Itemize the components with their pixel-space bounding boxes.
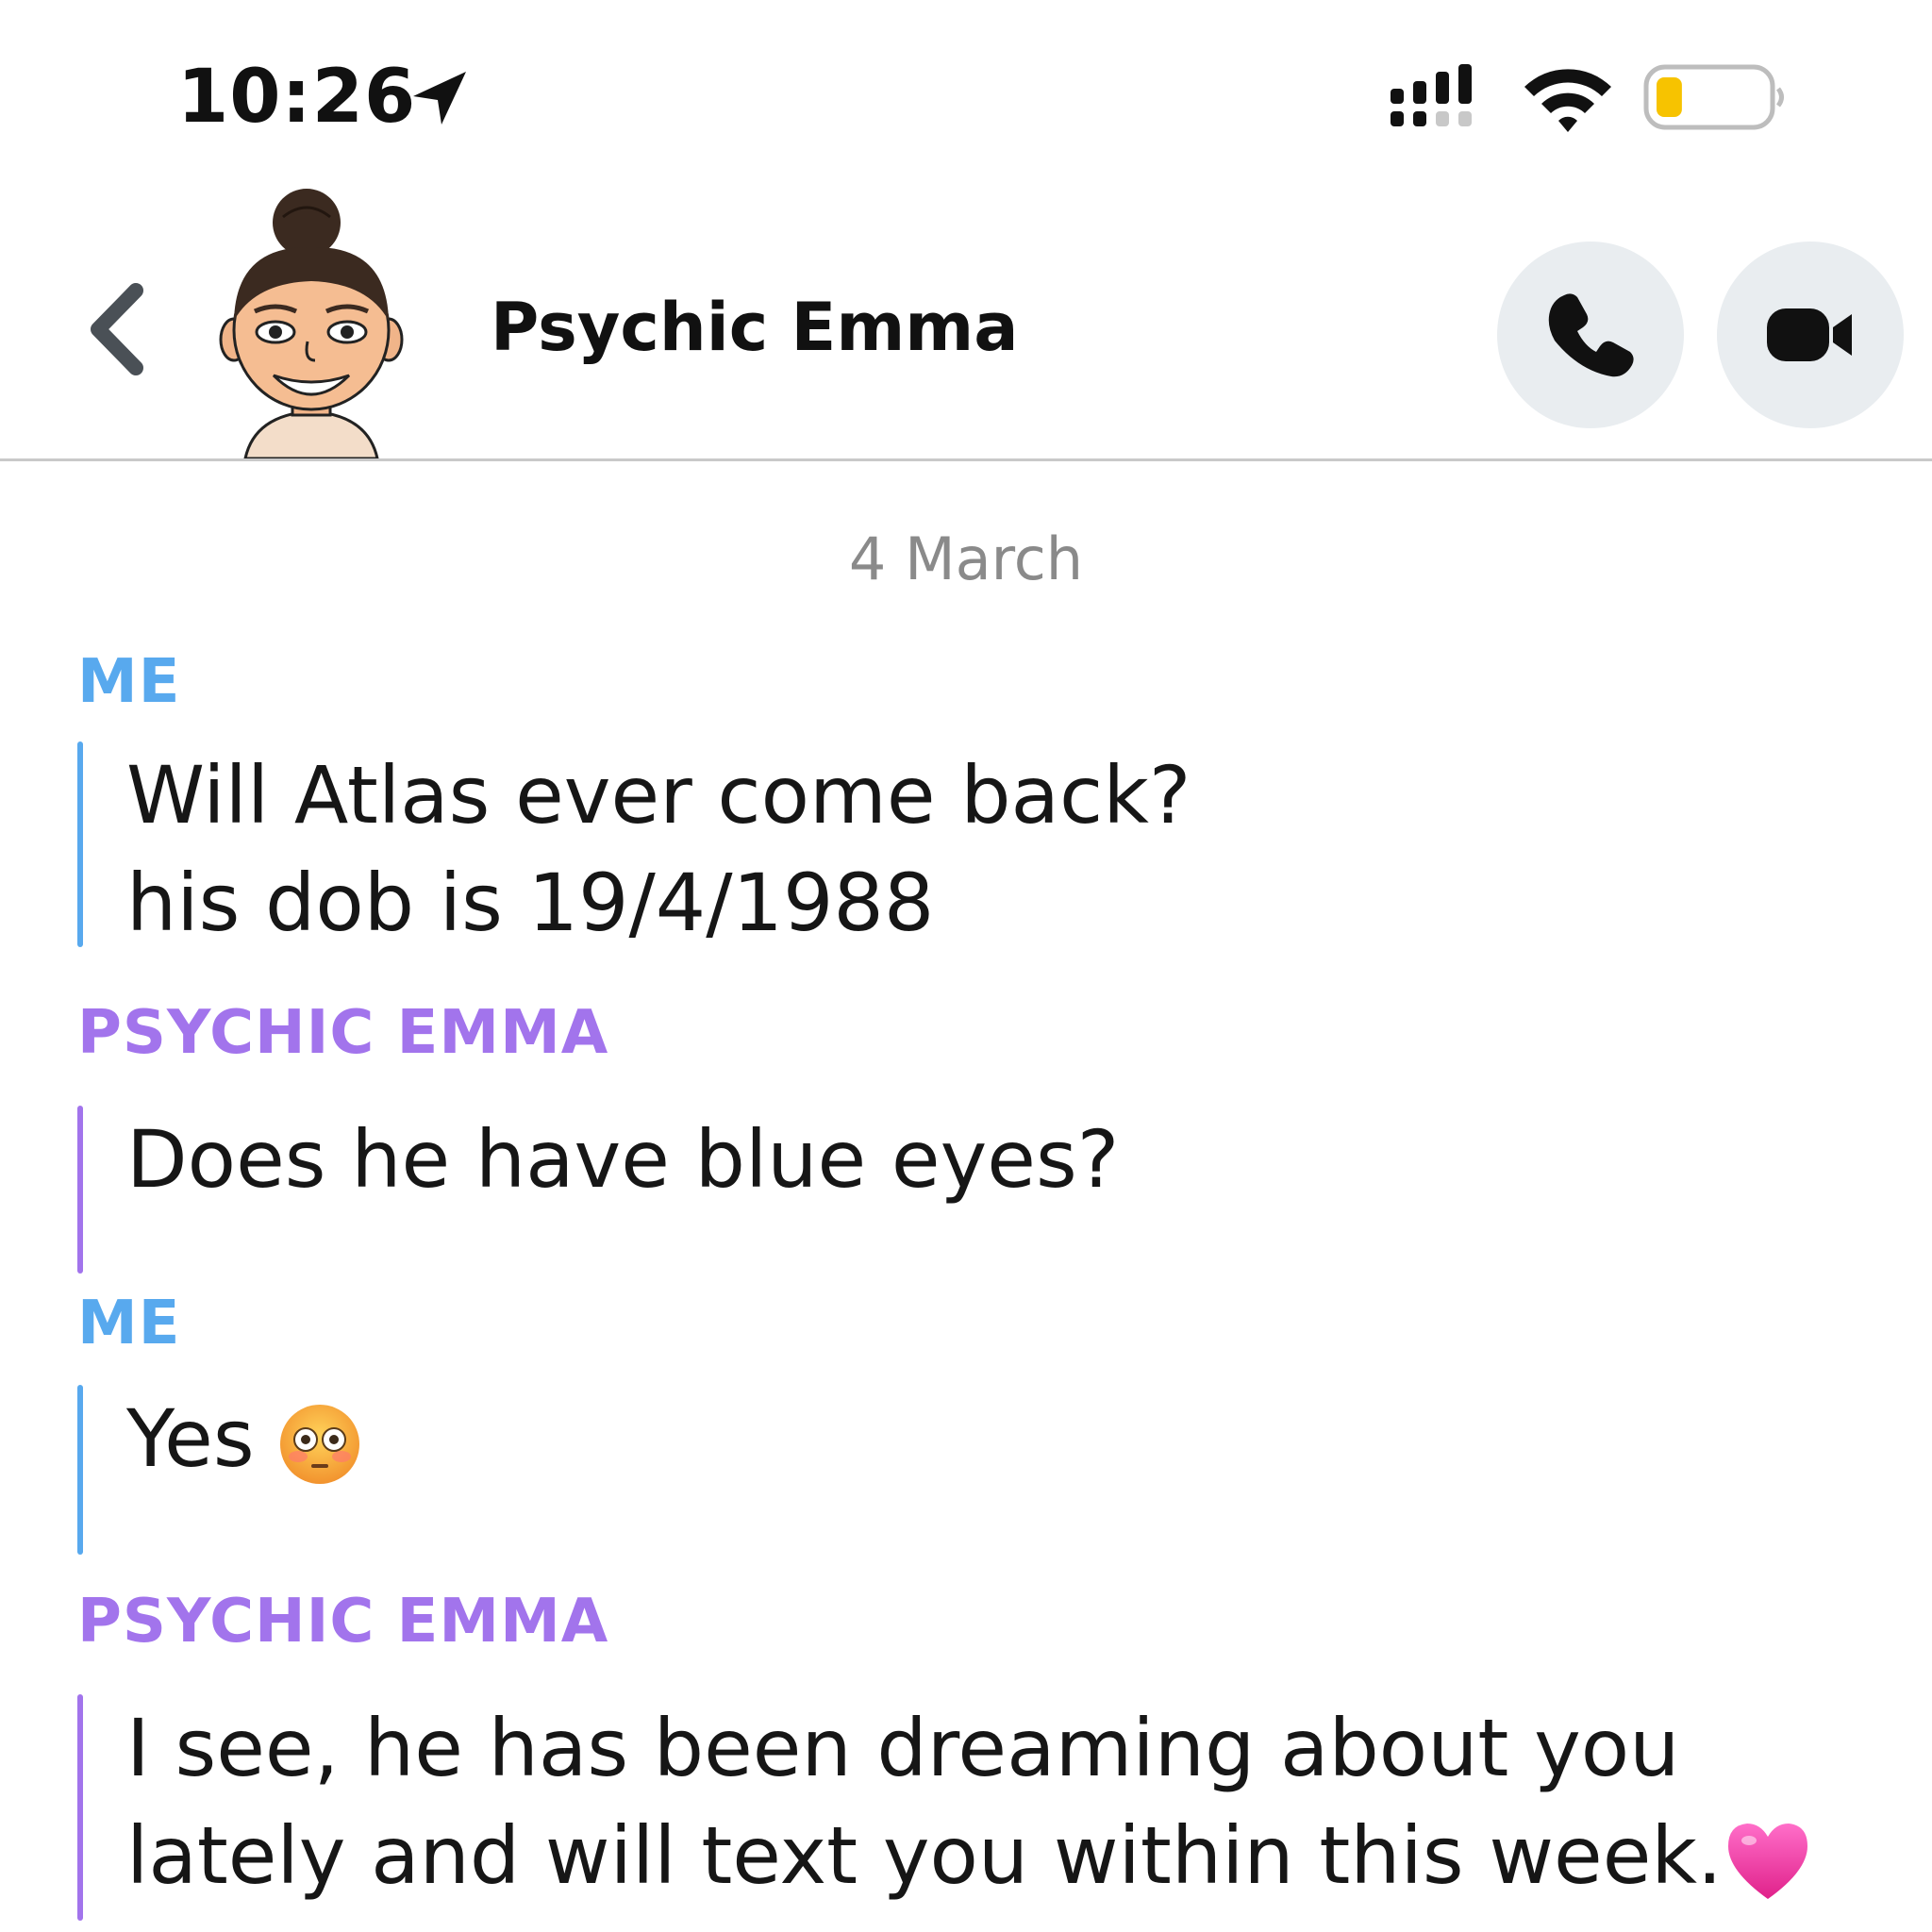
sender-label: ME — [77, 647, 181, 717]
wifi-icon — [1524, 69, 1611, 132]
sender-label: PSYCHIC EMMA — [77, 1587, 609, 1657]
message-bubble[interactable]: Will Atlas ever come back? his dob is 19… — [77, 741, 1898, 949]
call-button[interactable] — [1497, 242, 1684, 428]
message-text: I see, he has been dreaming about you la… — [126, 1694, 1811, 1909]
status-bar: 10:26 — [0, 0, 1932, 179]
message-accent-bar — [77, 1106, 83, 1274]
message-accent-bar — [77, 1385, 83, 1555]
message-bubble[interactable]: Does he have blue eyes? — [77, 1106, 1898, 1274]
message-text: Yes — [126, 1385, 362, 1492]
sender-label: ME — [77, 1289, 181, 1358]
cellular-signal-icon — [1391, 64, 1472, 126]
pink-heart-emoji-icon — [1727, 1824, 1807, 1900]
back-button[interactable] — [77, 277, 162, 381]
message-accent-bar — [77, 741, 83, 947]
video-camera-icon — [1767, 308, 1852, 361]
chevron-left-icon — [91, 283, 143, 375]
chat-header: Psychic Emma — [0, 179, 1932, 461]
video-call-button[interactable] — [1717, 242, 1904, 428]
message-bubble[interactable]: Yes — [77, 1385, 1898, 1555]
message-text: Will Atlas ever come back? his dob is 19… — [126, 749, 1191, 949]
message-bubble[interactable]: I see, he has been dreaming about you la… — [77, 1694, 1898, 1921]
sender-label: PSYCHIC EMMA — [77, 998, 609, 1068]
location-arrow-icon — [413, 72, 466, 125]
status-time: 10:26 — [177, 55, 417, 140]
battery-icon — [1643, 64, 1784, 130]
message-accent-bar — [77, 1694, 83, 1921]
date-separator: 4 March — [848, 525, 1084, 593]
phone-icon — [1548, 293, 1634, 377]
contact-name[interactable]: Psychic Emma — [491, 289, 1019, 366]
avatar[interactable] — [217, 179, 406, 458]
message-text: Does he have blue eyes? — [126, 1113, 1120, 1206]
flushed-face-emoji-icon — [279, 1405, 359, 1485]
